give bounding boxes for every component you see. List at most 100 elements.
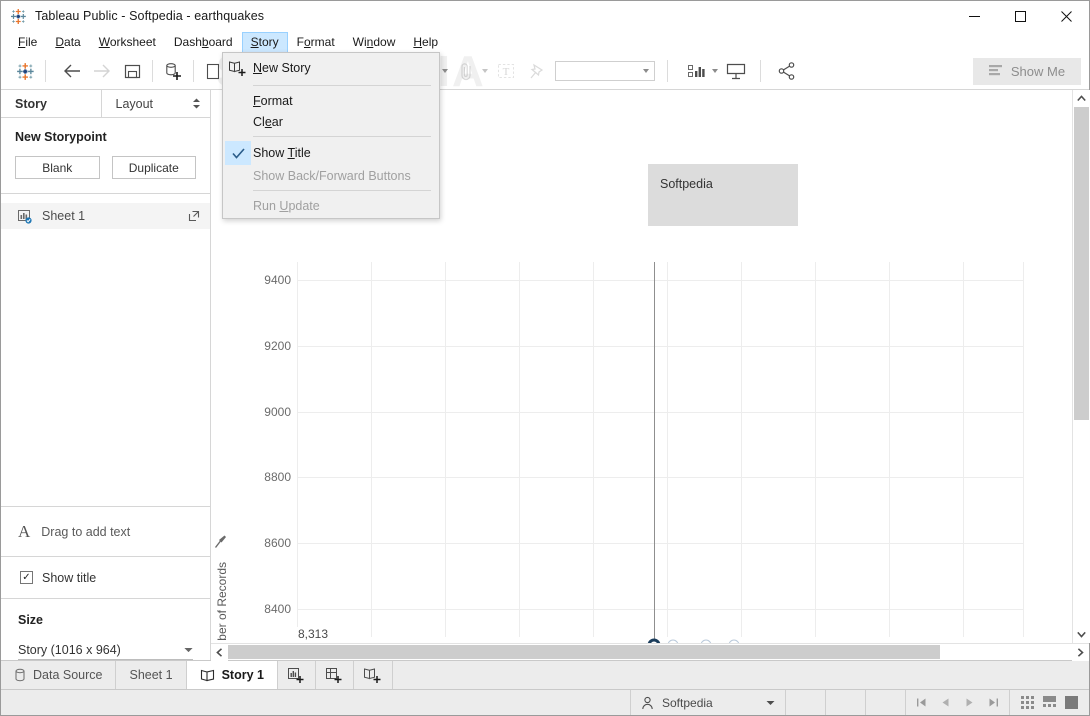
- menu-item-show-back-forward-label: Show Back/Forward Buttons: [253, 168, 411, 183]
- forward-arrow-icon[interactable]: [87, 56, 117, 86]
- y-tick-label: 8400: [264, 602, 291, 616]
- presentation-mode-icon[interactable]: [721, 56, 751, 86]
- y-tick-label: 9000: [264, 405, 291, 419]
- toolbar-separator: [193, 60, 194, 82]
- close-button[interactable]: [1043, 1, 1089, 32]
- scroll-down-button[interactable]: [1072, 626, 1090, 643]
- account-name: Softpedia: [662, 695, 713, 710]
- data-point-selected[interactable]: [647, 638, 661, 643]
- fit-dropdown[interactable]: [555, 61, 655, 81]
- maximize-button[interactable]: [997, 1, 1043, 32]
- menu-item-show-title[interactable]: Show Title: [223, 141, 439, 165]
- new-data-source-icon[interactable]: [158, 56, 188, 86]
- new-worksheet-tab-button[interactable]: [278, 661, 316, 689]
- text-box-icon[interactable]: T: [491, 56, 521, 86]
- menu-story[interactable]: Story: [241, 32, 288, 53]
- data-point[interactable]: [728, 639, 740, 643]
- drag-to-add-text[interactable]: A Drag to add text: [1, 507, 210, 557]
- menu-window[interactable]: Window: [344, 32, 405, 53]
- menu-data[interactable]: Data: [46, 32, 89, 53]
- single-view-icon[interactable]: [1065, 696, 1078, 709]
- data-point[interactable]: [667, 639, 679, 643]
- next-icon[interactable]: [964, 697, 975, 708]
- blank-button[interactable]: Blank: [15, 156, 100, 179]
- attachment-dropdown-caret-icon[interactable]: [482, 69, 488, 73]
- show-cards-caret-icon[interactable]: [712, 69, 718, 73]
- show-title-checkbox[interactable]: ✓: [20, 571, 33, 584]
- list-item[interactable]: Sheet 1: [1, 203, 210, 229]
- sheet-label: Sheet 1: [42, 209, 86, 223]
- data-point[interactable]: [700, 639, 712, 643]
- tab-sheet-1[interactable]: Sheet 1: [116, 661, 187, 689]
- new-story-tab-button[interactable]: [354, 661, 393, 689]
- toolbar-separator: [667, 60, 668, 82]
- menu-item-clear-label: Clear: [253, 114, 283, 129]
- new-storypoint-heading: New Storypoint: [15, 130, 107, 144]
- menu-format[interactable]: Format: [288, 32, 344, 53]
- sheet-list: Sheet 1: [1, 194, 210, 507]
- prev-icon[interactable]: [940, 697, 951, 708]
- menu-item-format[interactable]: Format: [223, 90, 439, 111]
- window-title: Tableau Public - Softpedia - earthquakes: [35, 9, 265, 23]
- attachment-icon[interactable]: [451, 56, 481, 86]
- gridline-v: [815, 262, 816, 637]
- back-arrow-icon[interactable]: [57, 56, 87, 86]
- gridline-v: [741, 262, 742, 637]
- new-worksheet-icon: [287, 667, 306, 684]
- new-dashboard-tab-button[interactable]: [316, 661, 354, 689]
- y-tick-label: 8600: [264, 536, 291, 550]
- size-section: Size Story (1016 x 964): [1, 599, 210, 660]
- vertical-scroll-thumb[interactable]: [1073, 107, 1089, 420]
- data-source-icon: [14, 668, 26, 682]
- save-icon[interactable]: [117, 56, 147, 86]
- open-external-icon[interactable]: [188, 210, 200, 222]
- size-dropdown[interactable]: Story (1016 x 964): [18, 640, 193, 660]
- vertical-scroll-track[interactable]: [1072, 107, 1090, 626]
- menu-item-clear[interactable]: Clear: [223, 111, 439, 132]
- menu-item-run-update[interactable]: Run Update: [223, 195, 439, 216]
- horizontal-scroll-thumb[interactable]: [228, 645, 940, 659]
- tableau-home-icon[interactable]: [10, 56, 40, 86]
- show-title-row[interactable]: ✓ Show title: [1, 557, 210, 599]
- vertical-scrollbar[interactable]: [1072, 90, 1090, 643]
- duplicate-button[interactable]: Duplicate: [111, 156, 196, 179]
- menu-worksheet[interactable]: Worksheet: [90, 32, 165, 53]
- scroll-up-button[interactable]: [1072, 90, 1090, 107]
- scroll-left-button[interactable]: [211, 644, 228, 661]
- y-tick-label: 9400: [264, 273, 291, 287]
- menu-dashboard[interactable]: Dashboard: [165, 32, 242, 53]
- show-me-icon: [988, 64, 1004, 78]
- tab-layout[interactable]: Layout: [100, 90, 211, 117]
- horizontal-scrollbar[interactable]: [211, 643, 1089, 661]
- tab-story-1[interactable]: Story 1: [186, 661, 278, 689]
- show-title-label: Show title: [42, 570, 97, 585]
- menu-file[interactable]: File: [9, 32, 46, 53]
- grid-view-icon[interactable]: [1021, 696, 1034, 709]
- status-left-area: [1, 690, 630, 715]
- y-tick-label: 8800: [264, 470, 291, 484]
- first-icon[interactable]: [916, 697, 927, 708]
- last-icon[interactable]: [988, 697, 999, 708]
- share-icon[interactable]: [772, 56, 802, 86]
- toolbar-separator: [152, 60, 153, 82]
- pin-icon[interactable]: [521, 56, 551, 86]
- menu-item-show-back-forward-buttons[interactable]: Show Back/Forward Buttons: [223, 165, 439, 186]
- tableau-window: Tableau Public - Softpedia - earthquakes…: [0, 0, 1090, 716]
- tab-data-source[interactable]: Data Source: [1, 661, 117, 689]
- size-dropdown-value: Story (1016 x 964): [18, 642, 121, 657]
- tab-story[interactable]: Story: [1, 90, 101, 117]
- menu-help[interactable]: Help: [404, 32, 447, 53]
- horizontal-scroll-track[interactable]: [228, 644, 1072, 660]
- pin-icon[interactable]: [214, 534, 228, 550]
- toolbar-separator: [45, 60, 46, 82]
- account-selector[interactable]: Softpedia: [630, 690, 785, 715]
- scroll-right-button[interactable]: [1072, 644, 1089, 661]
- menu-bar: File Data Worksheet Dashboard Story Form…: [1, 32, 1089, 53]
- gridline-h: [297, 477, 1023, 478]
- filmstrip-view-icon[interactable]: [1043, 696, 1056, 709]
- show-me-button[interactable]: Show Me: [973, 57, 1081, 85]
- menu-item-new-story[interactable]: New Story: [223, 55, 439, 81]
- minimize-button[interactable]: [951, 1, 997, 32]
- highlighter-dropdown-caret-icon[interactable]: [442, 69, 448, 73]
- show-cards-icon[interactable]: [681, 56, 711, 86]
